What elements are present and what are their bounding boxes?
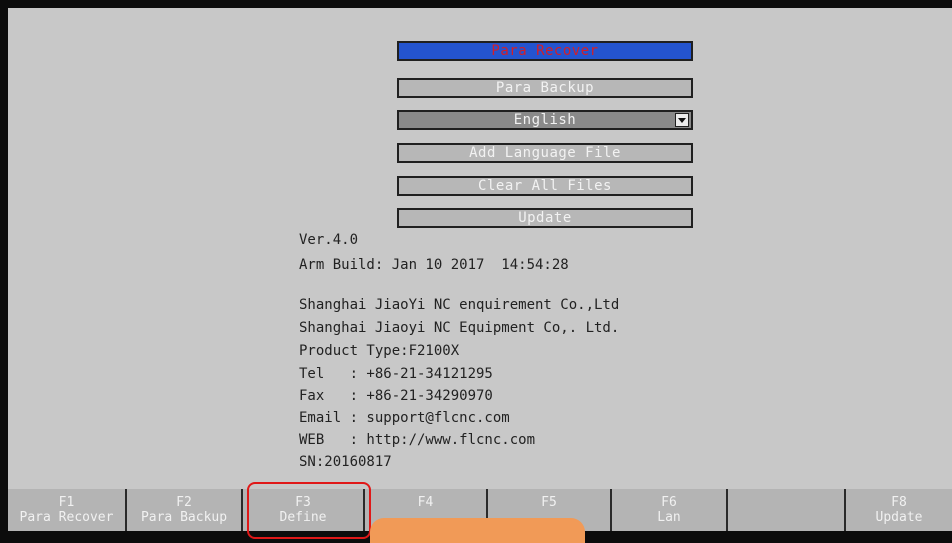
company-name-2: Shanghai Jiaoyi NC Equipment Co,. Ltd. — [299, 320, 620, 336]
f8-key[interactable]: F8 Update — [844, 489, 952, 531]
language-select[interactable]: English — [397, 110, 693, 130]
f2-key[interactable]: F2 Para Backup — [125, 489, 241, 531]
fax-text: Fax : +86-21-34290970 — [299, 388, 493, 404]
para-recover-button[interactable]: Para Recover — [397, 41, 693, 61]
company-name-1: Shanghai JiaoYi NC enquirement Co.,Ltd — [299, 297, 620, 313]
build-text: Arm Build: Jan 10 2017 14:54:28 — [299, 257, 569, 273]
serial-number: SN:20160817 — [299, 454, 392, 470]
f6-key-label: F6 — [661, 495, 677, 510]
update-button[interactable]: Update — [397, 208, 693, 228]
para-backup-button[interactable]: Para Backup — [397, 78, 693, 98]
f8-key-action: Update — [875, 510, 923, 525]
web-text: WEB : http://www.flcnc.com — [299, 432, 536, 448]
f2-key-action: Para Backup — [140, 510, 228, 525]
f6-key[interactable]: F6 Lan — [610, 489, 726, 531]
f7-key[interactable] — [726, 489, 844, 531]
f6-key-action: Lan — [657, 510, 681, 525]
f1-key-label: F1 — [58, 495, 75, 510]
f8-key-label: F8 — [891, 495, 907, 510]
clear-all-files-button[interactable]: Clear All Files — [397, 176, 693, 196]
version-text: Ver.4.0 — [299, 232, 359, 248]
f1-key-action: Para Recover — [19, 510, 114, 525]
cnc-screen: Para Recover Para Backup English Add Lan… — [8, 8, 952, 543]
product-type: Product Type:F2100X — [299, 343, 460, 359]
f1-key[interactable]: F1 Para Recover — [8, 489, 125, 531]
f3-highlight-box — [247, 482, 371, 539]
add-language-file-button[interactable]: Add Language File — [397, 143, 693, 163]
language-value: English — [513, 112, 577, 128]
tel-text: Tel : +86-21-34121295 — [299, 366, 493, 382]
dropdown-arrow-icon[interactable] — [675, 113, 689, 127]
f4-key-label: F4 — [417, 495, 434, 510]
f5-key-label: F5 — [541, 495, 557, 510]
f2-key-label: F2 — [176, 495, 192, 510]
email-text: Email : support@flcnc.com — [299, 410, 510, 426]
